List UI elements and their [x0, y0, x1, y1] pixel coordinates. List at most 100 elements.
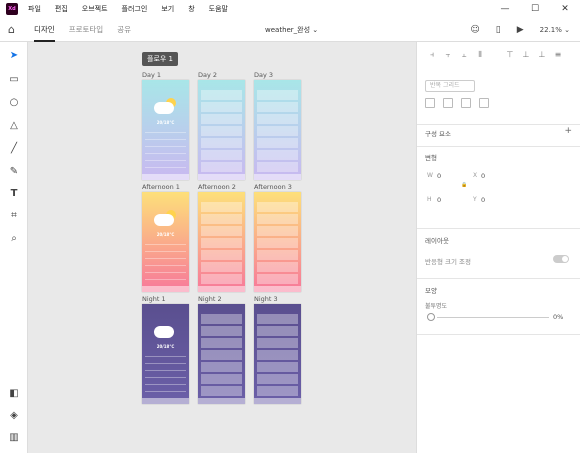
tab-prototype[interactable]: 프로토타입 — [69, 18, 104, 42]
artboard-tabbar — [142, 286, 189, 292]
artboard-night-2[interactable] — [198, 304, 245, 404]
list-item — [201, 238, 242, 248]
rectangle-tool-icon[interactable]: ▭ — [7, 72, 21, 86]
list-item — [257, 350, 298, 360]
play-icon[interactable]: ▶ — [517, 25, 524, 35]
artboard-label[interactable]: Day 2 — [198, 71, 217, 79]
device-preview-icon[interactable]: ▯ — [496, 25, 501, 35]
artboard-label[interactable]: Afternoon 1 — [142, 183, 180, 191]
forecast-row — [145, 384, 186, 385]
align-right-icon[interactable]: ⫠ — [457, 50, 471, 64]
artboard-label[interactable]: Day 1 — [142, 71, 161, 79]
home-icon[interactable]: ⌂ — [8, 23, 20, 36]
minimize-button[interactable]: — — [490, 0, 520, 18]
align-bottom-icon[interactable]: ⊥ — [535, 50, 549, 64]
list-item — [257, 126, 298, 136]
tab-share[interactable]: 공유 — [117, 18, 131, 42]
artboard-afternoon-1[interactable]: 20/18°C — [142, 192, 189, 292]
menu-object[interactable]: 오브젝트 — [82, 4, 108, 14]
zoom-level[interactable]: 22.1% ⌄ — [540, 26, 570, 34]
opacity-slider-knob[interactable] — [427, 313, 435, 321]
list-item — [201, 150, 242, 160]
artboard-day-1[interactable]: 20/18°C — [142, 80, 189, 180]
artboard-label[interactable]: Night 1 — [142, 295, 166, 303]
artboard-label[interactable]: Night 3 — [254, 295, 278, 303]
menu-window[interactable]: 창 — [188, 4, 194, 14]
list-item — [257, 326, 298, 336]
artboard-tabbar — [254, 286, 301, 292]
artboard-night-3[interactable] — [254, 304, 301, 404]
list-item — [201, 138, 242, 148]
artboard-label[interactable]: Afternoon 3 — [254, 183, 292, 191]
list-item — [201, 338, 242, 348]
subtract-icon[interactable] — [443, 98, 453, 108]
polygon-tool-icon[interactable]: △ — [7, 118, 21, 132]
document-title[interactable]: weather_완성 ⌄ — [265, 18, 318, 42]
list-item — [201, 162, 242, 172]
forecast-row — [145, 146, 186, 147]
w-field[interactable]: 0 — [437, 172, 441, 180]
menu-edit[interactable]: 편집 — [55, 4, 68, 14]
flow-label[interactable]: 플로우 1 — [142, 52, 178, 66]
list-item — [257, 214, 298, 224]
forecast-row — [145, 356, 186, 357]
line-tool-icon[interactable]: ╱ — [7, 141, 21, 155]
ellipse-tool-icon[interactable]: ○ — [7, 95, 21, 109]
repeat-grid-button[interactable]: 반복 그리드 — [425, 80, 475, 92]
forecast-row — [145, 391, 186, 392]
text-tool-icon[interactable]: T — [7, 186, 21, 200]
artboard-tool-icon[interactable]: ⌗ — [7, 208, 21, 222]
design-canvas[interactable]: 플로우 1 Day 1 20/18°C Day 2 Day 3 Afternoon 1 2… — [28, 42, 416, 453]
menu-file[interactable]: 파일 — [28, 4, 41, 14]
forecast-row — [145, 167, 186, 168]
forecast-row — [145, 139, 186, 140]
distribute-v-icon[interactable]: ≡ — [551, 50, 565, 64]
artboard-day-3[interactable] — [254, 80, 301, 180]
add-icon[interactable] — [425, 98, 435, 108]
add-component-icon[interactable]: + — [564, 126, 572, 136]
list-item — [257, 202, 298, 212]
exclude-icon[interactable] — [479, 98, 489, 108]
list-item — [257, 138, 298, 148]
x-field[interactable]: 0 — [481, 172, 485, 180]
xd-logo-icon: Xd — [6, 3, 18, 15]
artboard-tabbar — [254, 174, 301, 180]
artboard-label[interactable]: Afternoon 2 — [198, 183, 236, 191]
distribute-h-icon[interactable]: ⫴ — [473, 50, 487, 64]
list-item — [257, 238, 298, 248]
h-field[interactable]: 0 — [437, 196, 441, 204]
cloud-icon — [154, 326, 174, 338]
tab-design[interactable]: 디자인 — [34, 18, 55, 42]
align-left-icon[interactable]: ⫞ — [425, 50, 439, 64]
lock-icon[interactable]: 🔒 — [461, 182, 467, 188]
user-icon[interactable]: ☺ — [470, 25, 479, 35]
menu-help[interactable]: 도움말 — [209, 4, 228, 14]
list-item — [257, 274, 298, 284]
y-field[interactable]: 0 — [481, 196, 485, 204]
artboard-night-1[interactable]: 20/18°C — [142, 304, 189, 404]
menu-plugins[interactable]: 플러그인 — [122, 4, 148, 14]
artboard-afternoon-3[interactable] — [254, 192, 301, 292]
intersect-icon[interactable] — [461, 98, 471, 108]
layers-icon[interactable]: ◈ — [7, 408, 21, 422]
artboard-day-2[interactable] — [198, 80, 245, 180]
plugins-icon[interactable]: ◧ — [7, 386, 21, 400]
align-center-icon[interactable]: ⫟ — [441, 50, 455, 64]
align-middle-icon[interactable]: ⊥ — [519, 50, 533, 64]
menu-view[interactable]: 보기 — [161, 4, 174, 14]
artboard-label[interactable]: Day 3 — [254, 71, 273, 79]
select-tool-icon[interactable]: ➤ — [7, 48, 21, 62]
zoom-tool-icon[interactable]: ⌕ — [7, 231, 21, 245]
forecast-row — [145, 251, 186, 252]
close-button[interactable]: ✕ — [550, 0, 580, 18]
list-item — [257, 250, 298, 260]
artboard-afternoon-2[interactable] — [198, 192, 245, 292]
align-top-icon[interactable]: ⊤ — [503, 50, 517, 64]
pen-tool-icon[interactable]: ✎ — [7, 164, 21, 178]
opacity-value[interactable]: 0% — [553, 313, 563, 321]
maximize-button[interactable]: ☐ — [520, 0, 550, 18]
assets-icon[interactable]: ▥ — [7, 430, 21, 444]
responsive-resize-toggle[interactable] — [553, 255, 569, 263]
artboard-label[interactable]: Night 2 — [198, 295, 222, 303]
opacity-slider[interactable] — [437, 317, 549, 318]
